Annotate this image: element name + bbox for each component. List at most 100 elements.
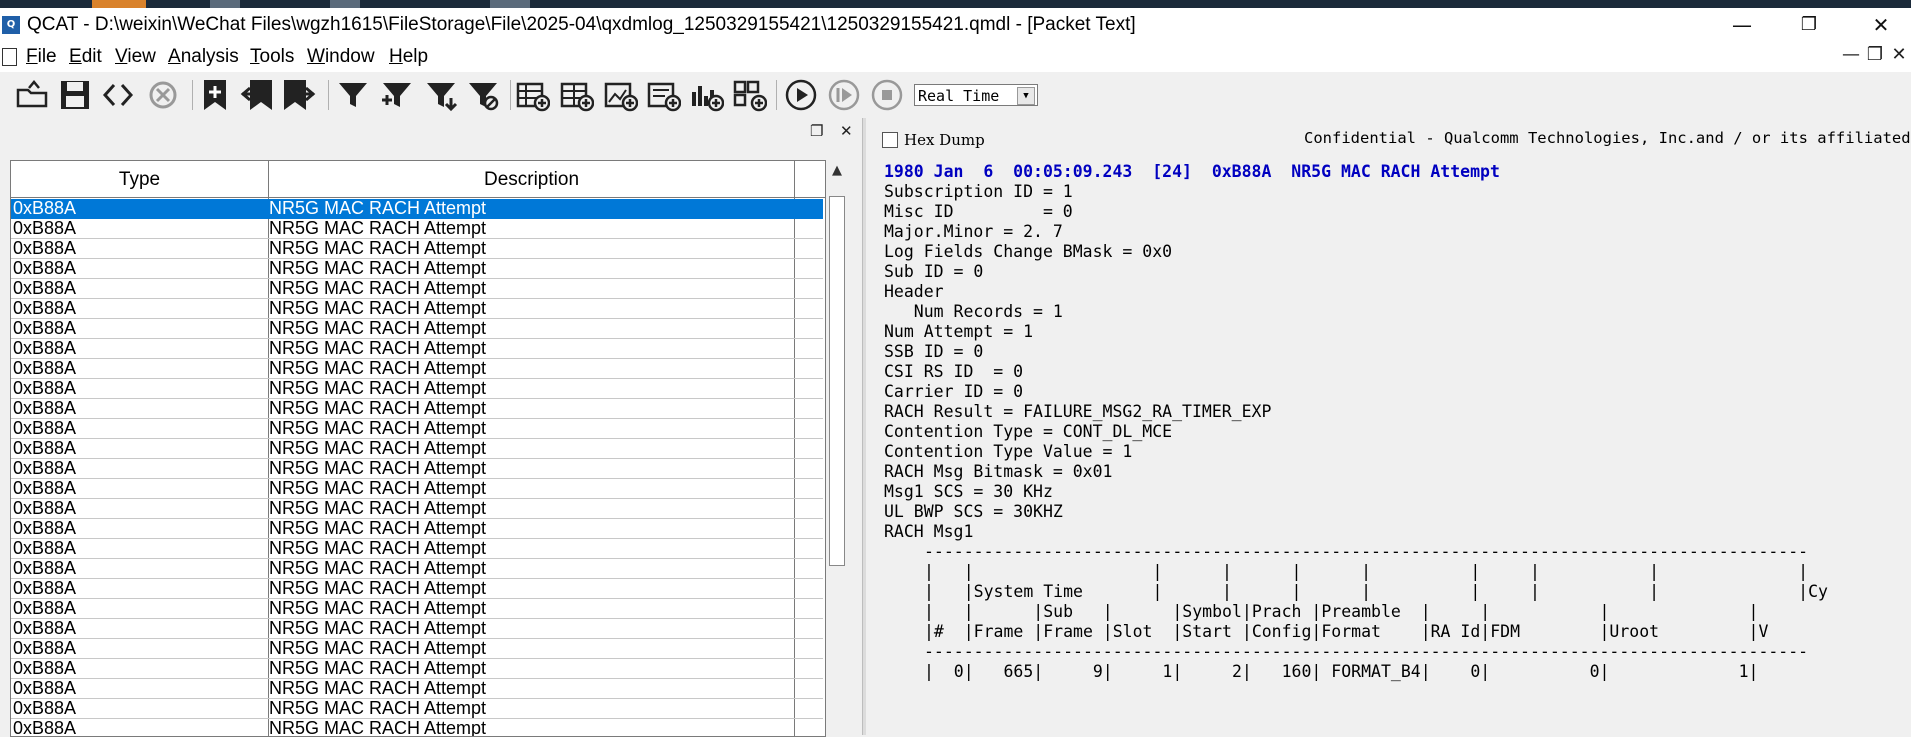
table-row[interactable]: 0xB88A NR5G MAC RACH Attempt <box>11 319 823 339</box>
table-row[interactable]: 0xB88A NR5G MAC RACH Attempt <box>11 299 823 319</box>
view-grid-icon[interactable] <box>733 78 768 112</box>
reload-icon[interactable] <box>146 78 180 112</box>
table-row[interactable]: 0xB88A NR5G MAC RACH Attempt <box>11 199 823 219</box>
taskbar-app[interactable] <box>490 0 530 8</box>
step-icon[interactable] <box>827 78 861 112</box>
chevron-down-icon[interactable]: ▼ <box>1017 87 1035 105</box>
table-row[interactable]: 0xB88A NR5G MAC RACH Attempt <box>11 219 823 239</box>
table-row[interactable]: 0xB88A NR5G MAC RACH Attempt <box>11 259 823 279</box>
table-row[interactable]: 0xB88A NR5G MAC RACH Attempt <box>11 659 823 679</box>
view-table-icon[interactable] <box>516 78 551 112</box>
packet-text-pane: Hex Dump Confidential - Qualcomm Technol… <box>866 118 1911 735</box>
minimize-button[interactable]: — <box>1714 8 1770 42</box>
table-row[interactable]: 0xB88A NR5G MAC RACH Attempt <box>11 239 823 259</box>
toolbar-separator <box>510 80 511 110</box>
row-type-cell: 0xB88A <box>13 679 77 698</box>
play-icon[interactable] <box>784 78 818 112</box>
menu-edit[interactable]: Edit <box>69 46 102 68</box>
view-msg-icon[interactable] <box>647 78 682 112</box>
menu-view[interactable]: View <box>115 46 156 68</box>
row-description-cell: NR5G MAC RACH Attempt <box>269 679 487 698</box>
restore-button[interactable]: ❐ <box>1781 8 1837 42</box>
menu-help[interactable]: Help <box>389 46 428 68</box>
scrollbar-thumb[interactable] <box>829 196 845 566</box>
table-row[interactable]: 0xB88A NR5G MAC RACH Attempt <box>11 579 823 599</box>
row-type-cell: 0xB88A <box>13 619 77 638</box>
menu-file-label: ile <box>37 46 57 67</box>
table-row[interactable]: 0xB88A NR5G MAC RACH Attempt <box>11 279 823 299</box>
table-row[interactable]: 0xB88A NR5G MAC RACH Attempt <box>11 439 823 459</box>
table-row[interactable]: 0xB88A NR5G MAC RACH Attempt <box>11 379 823 399</box>
add-bookmark-icon[interactable] <box>198 78 232 112</box>
menu-analysis[interactable]: Analysis <box>168 46 239 68</box>
filter-down-icon[interactable] <box>424 78 458 112</box>
view-add-icon[interactable] <box>560 78 595 112</box>
taskbar-app[interactable] <box>210 0 240 8</box>
packet-list-pane: ❐ ✕ Type Description 0xB88A NR5G MAC RACH… <box>0 118 862 737</box>
view-chart-icon[interactable] <box>604 78 639 112</box>
close-button[interactable]: ✕ <box>1853 8 1909 42</box>
row-type-cell: 0xB88A <box>13 579 77 598</box>
filter-icon[interactable] <box>336 78 370 112</box>
vertical-scrollbar[interactable]: ▲ <box>826 160 848 735</box>
table-row[interactable]: 0xB88A NR5G MAC RACH Attempt <box>11 339 823 359</box>
table-row[interactable]: 0xB88A NR5G MAC RACH Attempt <box>11 519 823 539</box>
open-icon[interactable] <box>15 78 49 112</box>
toolbar: Real Time ▼ <box>0 72 1911 118</box>
stop-icon[interactable] <box>870 78 904 112</box>
table-row[interactable]: 0xB88A NR5G MAC RACH Attempt <box>11 619 823 639</box>
taskbar-app[interactable] <box>330 0 360 8</box>
table-row[interactable]: 0xB88A NR5G MAC RACH Attempt <box>11 419 823 439</box>
row-description-cell: NR5G MAC RACH Attempt <box>269 359 487 378</box>
taskbar-active-app[interactable] <box>92 0 146 8</box>
mdi-restore-button[interactable]: ❐ <box>1864 44 1886 65</box>
playback-mode-value: Real Time <box>918 87 1000 105</box>
row-type-cell: 0xB88A <box>13 479 77 498</box>
table-row[interactable]: 0xB88A NR5G MAC RACH Attempt <box>11 559 823 579</box>
table-row[interactable]: 0xB88A NR5G MAC RACH Attempt <box>11 539 823 559</box>
qcat-app-icon: Q <box>2 16 20 34</box>
table-row[interactable]: 0xB88A NR5G MAC RACH Attempt <box>11 479 823 499</box>
row-type-cell: 0xB88A <box>13 699 77 718</box>
view-bar-icon[interactable] <box>690 78 725 112</box>
bookmark-prev-icon[interactable] <box>240 78 274 112</box>
document-icon[interactable] <box>2 48 17 66</box>
row-type-cell: 0xB88A <box>13 639 77 658</box>
pane-float-icon[interactable]: ❐ <box>810 122 823 140</box>
row-type-cell: 0xB88A <box>13 499 77 518</box>
table-row[interactable]: 0xB88A NR5G MAC RACH Attempt <box>11 399 823 419</box>
table-row[interactable]: 0xB88A NR5G MAC RACH Attempt <box>11 459 823 479</box>
menu-edit-label: dit <box>81 46 102 67</box>
prev-next-icon[interactable] <box>101 78 135 112</box>
table-row[interactable]: 0xB88A NR5G MAC RACH Attempt <box>11 639 823 659</box>
row-description-cell: NR5G MAC RACH Attempt <box>269 539 487 558</box>
menu-help-label: elp <box>402 46 429 67</box>
menu-tools[interactable]: Tools <box>250 46 294 68</box>
bookmark-next-icon[interactable] <box>282 78 316 112</box>
row-type-cell: 0xB88A <box>13 439 77 458</box>
scroll-up-icon[interactable]: ▲ <box>826 160 848 182</box>
filter-add-icon[interactable] <box>380 78 414 112</box>
save-icon[interactable] <box>58 78 92 112</box>
playback-mode-select[interactable]: Real Time ▼ <box>914 84 1038 106</box>
column-header-type[interactable]: Type <box>11 161 269 198</box>
row-type-cell: 0xB88A <box>13 359 77 378</box>
hex-dump-checkbox[interactable] <box>882 132 898 148</box>
mdi-minimize-button[interactable]: — <box>1840 44 1862 65</box>
filter-clear-icon[interactable] <box>466 78 500 112</box>
table-row[interactable]: 0xB88A NR5G MAC RACH Attempt <box>11 699 823 719</box>
table-row[interactable]: 0xB88A NR5G MAC RACH Attempt <box>11 679 823 699</box>
table-row[interactable]: 0xB88A NR5G MAC RACH Attempt <box>11 719 823 736</box>
menu-file[interactable]: File <box>26 46 57 68</box>
table-row[interactable]: 0xB88A NR5G MAC RACH Attempt <box>11 499 823 519</box>
row-type-cell: 0xB88A <box>13 219 77 238</box>
pane-close-icon[interactable]: ✕ <box>840 122 853 140</box>
mdi-close-button[interactable]: ✕ <box>1888 44 1910 65</box>
table-row[interactable]: 0xB88A NR5G MAC RACH Attempt <box>11 599 823 619</box>
column-header-description[interactable]: Description <box>269 161 795 198</box>
packet-text: 1980 Jan 6 00:05:09.243 [24] 0xB88A NR5G… <box>884 162 1500 542</box>
table-row[interactable]: 0xB88A NR5G MAC RACH Attempt <box>11 359 823 379</box>
row-type-cell: 0xB88A <box>13 299 77 318</box>
menu-window[interactable]: Window <box>307 46 375 68</box>
column-header-blank <box>795 161 825 198</box>
